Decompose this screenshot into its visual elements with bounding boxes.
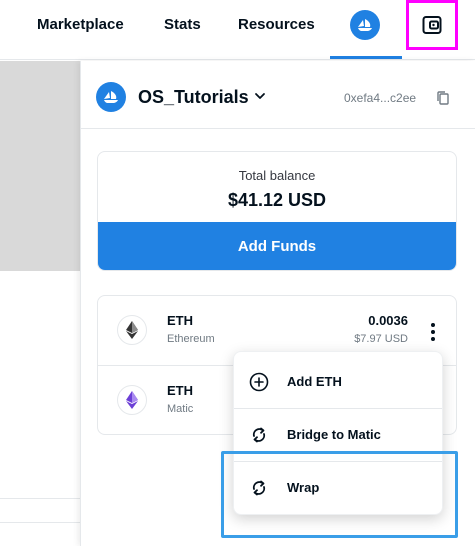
token-actions-menu: Add ETH Bridge to Matic Wrap (233, 351, 443, 515)
menu-item-label: Wrap (287, 480, 320, 495)
refresh-icon (249, 425, 269, 445)
ethereum-purple-icon (117, 385, 147, 415)
nav-resources[interactable]: Resources (238, 15, 315, 35)
menu-item-label: Bridge to Matic (287, 427, 381, 442)
chevron-down-icon[interactable] (253, 89, 267, 103)
top-navigation: Marketplace Stats Resources (0, 0, 475, 60)
menu-item-bridge-to-matic[interactable]: Bridge to Matic (234, 408, 442, 462)
wallet-address: 0xefa4...c2ee (344, 91, 417, 105)
ethereum-icon (117, 315, 147, 345)
refresh-icon (249, 478, 269, 498)
divider (0, 498, 80, 499)
token-amount: 0.0036 (368, 313, 408, 328)
menu-item-label: Add ETH (287, 374, 342, 389)
token-symbol: ETH (167, 313, 193, 328)
menu-item-add-eth[interactable]: Add ETH (234, 355, 442, 409)
add-funds-button[interactable]: Add Funds (98, 222, 456, 270)
opensea-logo-icon (358, 19, 372, 31)
token-usd-value: $7.97 USD (354, 333, 408, 345)
profile-icon[interactable] (350, 10, 380, 40)
plus-circle-icon (249, 372, 269, 392)
wallet-icon (422, 16, 442, 34)
menu-item-wrap[interactable]: Wrap (234, 461, 442, 515)
page-background (0, 271, 80, 546)
wallet-button[interactable] (406, 0, 458, 50)
divider (0, 522, 80, 523)
more-options-icon[interactable] (423, 320, 443, 344)
account-name[interactable]: OS_Tutorials (138, 85, 249, 109)
balance-label: Total balance (238, 168, 316, 183)
nav-marketplace[interactable]: Marketplace (37, 15, 124, 35)
page-background-shaded (0, 61, 80, 271)
token-network: Ethereum (167, 333, 215, 345)
token-symbol: ETH (167, 383, 193, 398)
token-network: Matic (167, 403, 194, 415)
nav-stats[interactable]: Stats (164, 15, 201, 35)
balance-card: Total balance $41.12 USD Add Funds (97, 151, 457, 271)
active-tab-indicator (330, 56, 402, 59)
copy-icon[interactable] (436, 90, 450, 106)
divider (80, 128, 475, 129)
account-avatar (96, 82, 126, 112)
balance-value: $41.12 USD (227, 190, 327, 210)
opensea-logo-icon (104, 91, 118, 103)
